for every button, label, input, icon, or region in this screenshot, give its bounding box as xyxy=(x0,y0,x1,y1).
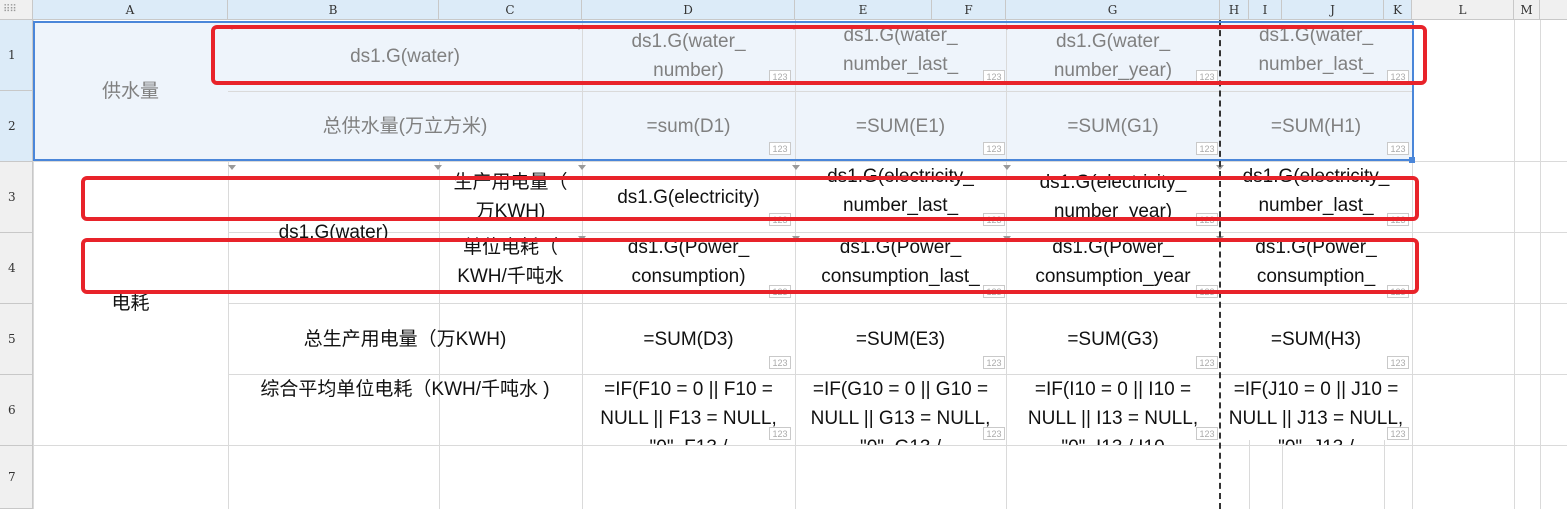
row-header-2[interactable]: 2 xyxy=(0,91,33,162)
highlight-box-row-3 xyxy=(81,176,1419,221)
number-type-tag: 123 xyxy=(769,427,791,440)
cell-h5[interactable]: =SUM(H3) xyxy=(1220,304,1412,374)
highlight-box-row-4 xyxy=(81,238,1419,294)
column-header-j[interactable]: J xyxy=(1282,0,1384,20)
cell-d5[interactable]: =SUM(D3) xyxy=(582,304,795,374)
number-type-tag: 123 xyxy=(1196,427,1218,440)
cell-g5[interactable]: =SUM(G3) xyxy=(1006,304,1220,374)
expand-down-icon xyxy=(434,165,442,170)
fill-handle[interactable] xyxy=(1409,157,1415,163)
cell-e5[interactable]: =SUM(E3) xyxy=(795,304,1006,374)
column-header-a[interactable]: A xyxy=(33,0,228,20)
column-header-i[interactable]: I xyxy=(1249,0,1282,20)
column-header-blank xyxy=(1540,0,1567,20)
expand-down-icon xyxy=(1003,165,1011,170)
expand-down-icon xyxy=(228,165,236,170)
number-type-tag: 123 xyxy=(1196,356,1218,369)
row-header-7[interactable]: 7 xyxy=(0,446,33,509)
column-header-d[interactable]: D xyxy=(582,0,795,20)
column-header-e[interactable]: E xyxy=(795,0,932,20)
cell-b5[interactable]: 总生产用电量（万KWH) xyxy=(228,304,582,374)
cell-h6[interactable]: =IF(J10 = 0 || J10 = NULL || J13 = NULL,… xyxy=(1220,375,1412,445)
column-header-l[interactable]: L xyxy=(1412,0,1514,20)
expand-down-icon xyxy=(792,165,800,170)
cell-b6[interactable]: 综合平均单位电耗（KWH/千吨水 ) xyxy=(228,375,582,445)
number-type-tag: 123 xyxy=(769,356,791,369)
expand-down-icon xyxy=(578,165,586,170)
cell-d6[interactable]: =IF(F10 = 0 || F10 = NULL || F13 = NULL,… xyxy=(582,375,795,445)
row-header-4[interactable]: 4 xyxy=(0,233,33,304)
cell-e6[interactable]: =IF(G10 = 0 || G10 = NULL || G13 = NULL,… xyxy=(795,375,1006,445)
column-header-h[interactable]: H xyxy=(1220,0,1249,20)
row-header-3[interactable]: 3 xyxy=(0,162,33,233)
column-header-f[interactable]: F xyxy=(932,0,1006,20)
number-type-tag: 123 xyxy=(1387,356,1409,369)
row-header-1[interactable]: 1 xyxy=(0,20,33,91)
highlight-box-row-1 xyxy=(211,25,1427,85)
number-type-tag: 123 xyxy=(1387,427,1409,440)
select-all-corner[interactable]: ⠿⠿ xyxy=(0,0,33,20)
column-header-b[interactable]: B xyxy=(228,0,439,20)
number-type-tag: 123 xyxy=(983,356,1005,369)
number-type-tag: 123 xyxy=(983,427,1005,440)
row-header-5[interactable]: 5 xyxy=(0,304,33,375)
column-header-k[interactable]: K xyxy=(1384,0,1412,20)
column-header-g[interactable]: G xyxy=(1006,0,1220,20)
column-header-m[interactable]: M xyxy=(1514,0,1540,20)
cell-g6[interactable]: =IF(I10 = 0 || I10 = NULL || I13 = NULL,… xyxy=(1006,375,1220,445)
row-header-6[interactable]: 6 xyxy=(0,375,33,446)
column-header-c[interactable]: C xyxy=(439,0,582,20)
